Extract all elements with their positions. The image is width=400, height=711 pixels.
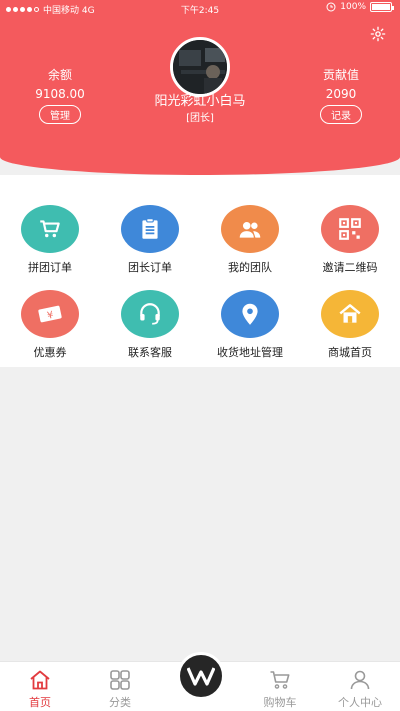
menu-item-coupons[interactable]: ¥ 优惠券 (0, 290, 100, 360)
home-icon (321, 290, 379, 338)
menu-label: 商城首页 (328, 346, 372, 359)
alarm-icon (326, 2, 336, 12)
menu-label: 拼团订单 (28, 261, 72, 274)
tab-label: 购物车 (263, 696, 297, 709)
qrcode-icon (321, 205, 379, 253)
menu-label: 团长订单 (128, 261, 172, 274)
menu-label: 邀请二维码 (322, 261, 378, 274)
balance-stat: 余额 9108.00 管理 (15, 66, 105, 124)
grid-icon (110, 670, 130, 690)
contribution-stat: 贡献值 2090 记录 (296, 66, 386, 124)
contribution-record-button[interactable]: 记录 (320, 105, 362, 124)
cart-outline-icon (270, 671, 290, 689)
contribution-label: 贡献值 (322, 68, 359, 82)
tab-category[interactable]: 分类 (80, 662, 160, 711)
menu-label: 优惠券 (33, 346, 67, 359)
tab-label: 首页 (29, 696, 51, 709)
balance-value: 9108.00 (35, 87, 85, 101)
battery-icon (370, 2, 394, 12)
menu-item-customer-service[interactable]: 联系客服 (100, 290, 200, 360)
menu-item-invite-qrcode[interactable]: 邀请二维码 (300, 205, 400, 275)
menu-label: 我的团队 (228, 261, 272, 274)
balance-manage-button[interactable]: 管理 (39, 105, 81, 124)
menu-grid: 拼团订单 团长订单 我的团队 邀请二维码 ¥ 优惠券 联系客服 收货地址管理 商… (0, 175, 400, 367)
bottom-tab-bar: 首页 分类 购物车 个人中心 (0, 652, 400, 711)
headset-icon (121, 290, 179, 338)
home-outline-icon (30, 670, 50, 690)
menu-item-my-team[interactable]: 我的团队 (200, 205, 300, 275)
balance-label: 余额 (47, 68, 72, 82)
settings-gear-icon[interactable] (370, 26, 386, 42)
profile-header: 中国移动 4G 下午2:45 100% 阳光彩虹小白马 [团长] 余额 9108… (0, 0, 400, 175)
tab-cart[interactable]: 购物车 (240, 662, 320, 711)
tab-label: 分类 (109, 696, 131, 709)
menu-label: 联系客服 (128, 346, 172, 359)
avatar[interactable] (170, 37, 230, 97)
coupon-icon: ¥ (21, 290, 79, 338)
cart-icon (21, 205, 79, 253)
menu-item-group-orders[interactable]: 拼团订单 (0, 205, 100, 275)
clipboard-icon (121, 205, 179, 253)
status-bar: 中国移动 4G 下午2:45 100% (0, 0, 400, 18)
tab-home[interactable]: 首页 (0, 662, 80, 711)
battery-percent: 100% (340, 2, 366, 12)
person-icon (350, 670, 370, 690)
menu-label: 收货地址管理 (217, 346, 283, 359)
menu-item-mall-home[interactable]: 商城首页 (300, 290, 400, 360)
menu-item-leader-orders[interactable]: 团长订单 (100, 205, 200, 275)
tab-label: 个人中心 (338, 696, 382, 709)
team-icon (221, 205, 279, 253)
location-pin-icon (221, 290, 279, 338)
contribution-value: 2090 (325, 87, 357, 101)
brand-logo-icon[interactable] (177, 652, 225, 700)
tab-personal-center[interactable]: 个人中心 (320, 662, 400, 711)
menu-item-address-management[interactable]: 收货地址管理 (200, 290, 300, 360)
